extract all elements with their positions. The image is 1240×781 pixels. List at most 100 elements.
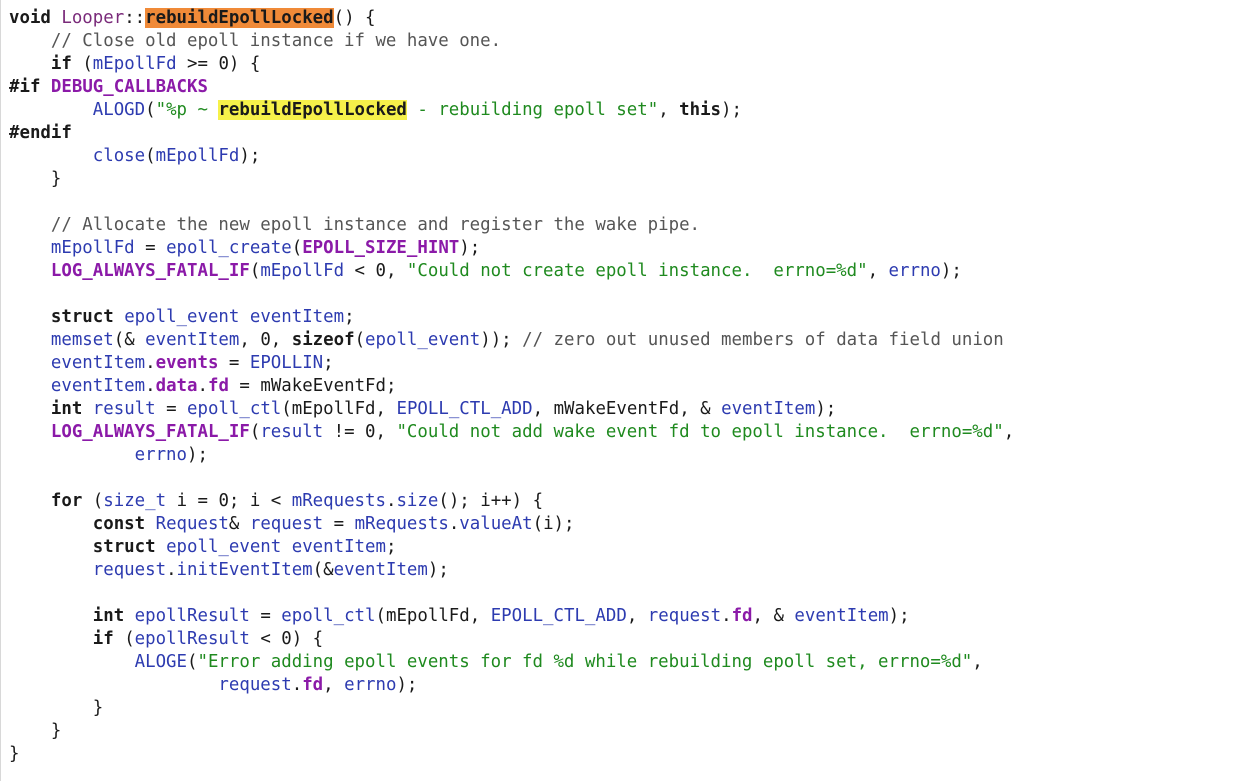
code-token: ); <box>940 261 962 281</box>
code-token: request <box>647 606 722 626</box>
code-token: eventItem <box>291 537 386 557</box>
code-line: if (mEpollFd >= 0) { <box>9 53 260 76</box>
code-token: size <box>396 491 439 511</box>
code-token: sizeof <box>291 330 355 350</box>
code-token: . <box>197 376 208 396</box>
code-line: struct epoll_event eventItem; <box>9 306 355 329</box>
code-token: void <box>9 8 62 28</box>
code-line: // Close old epoll instance if we have o… <box>9 30 501 53</box>
code-token: fd <box>207 376 229 396</box>
code-token: eventItem <box>249 307 345 327</box>
code-token: fd <box>731 606 753 626</box>
code-token: } <box>9 721 62 741</box>
code-token: } <box>9 169 62 189</box>
code-token: "Could not add wake event fd to epoll in… <box>396 422 1004 442</box>
search-highlight: rebuildEpollLocked <box>218 100 407 120</box>
code-token: int <box>92 606 125 626</box>
code-token: mEpollFd <box>385 606 470 626</box>
code-token: valueAt <box>459 514 533 534</box>
code-token: errno <box>888 261 941 281</box>
code-token: ; <box>344 307 355 327</box>
code-line: eventItem.events = EPOLLIN; <box>9 352 334 375</box>
code-token: , <box>972 652 983 672</box>
code-token: LOG_ALWAYS_FATAL_IF <box>50 422 250 442</box>
code-token: = <box>155 399 188 419</box>
code-token: . <box>385 491 397 511</box>
code-token: size_t <box>103 491 167 511</box>
code-token: = <box>249 606 282 626</box>
code-line: eventItem.data.fd = mWakeEventFd; <box>9 375 397 398</box>
code-token: #if <box>9 77 41 97</box>
code-line: ALOGD("%p ~ rebuildEpollLocked - rebuild… <box>9 99 742 122</box>
code-token: struct <box>92 537 156 557</box>
code-token: , <box>658 100 680 120</box>
code-token: ); <box>721 100 742 120</box>
code-line: mEpollFd = epoll_create(EPOLL_SIZE_HINT)… <box>9 237 480 260</box>
code-token: request <box>218 675 292 695</box>
code-token: close <box>92 146 146 166</box>
code-token: != 0, <box>323 422 397 442</box>
code-token: )); <box>480 330 523 350</box>
code-token: ); <box>815 399 837 419</box>
code-token: ); <box>888 606 910 626</box>
code-token: if <box>92 629 114 649</box>
code-token: mEpollFd <box>92 54 177 74</box>
code-token: "%p ~ <box>155 100 219 120</box>
code-token: , <box>867 261 889 281</box>
code-token: ( <box>82 491 104 511</box>
code-line: close(mEpollFd); <box>9 145 261 168</box>
code-token: epollResult <box>134 629 250 649</box>
code-token: mEpollFd <box>291 399 376 419</box>
code-token: - rebuilding epoll set" <box>406 100 659 120</box>
code-token: epoll_create <box>166 238 292 258</box>
code-token: Request <box>155 514 229 534</box>
code-token: ( <box>187 652 198 672</box>
code-token: . <box>145 376 156 396</box>
code-token: mRequests <box>354 514 449 534</box>
code-token: . <box>291 675 303 695</box>
code-token: memset <box>50 330 114 350</box>
code-token: . <box>145 353 156 373</box>
code-token: ( <box>375 606 386 626</box>
code-line: int result = epoll_ctl(mEpollFd, EPOLL_C… <box>9 398 836 421</box>
code-token: (); i++) { <box>438 491 544 511</box>
code-line: #if DEBUG_CALLBACKS <box>9 76 208 99</box>
code-token: epoll_event <box>365 330 481 350</box>
code-line: // Allocate the new epoll instance and r… <box>9 214 700 237</box>
code-line: } <box>9 720 61 743</box>
code-token: "Could not create epoll instance. errno=… <box>406 261 868 281</box>
code-token: epoll_event <box>166 537 282 557</box>
code-token: epollResult <box>134 606 250 626</box>
code-token: request <box>92 560 167 580</box>
code-token: eventItem <box>333 560 428 580</box>
code-token: LOG_ALWAYS_FATAL_IF <box>50 261 250 281</box>
code-token: mWakeEventFd <box>553 399 680 419</box>
code-token: epoll_event <box>124 307 240 327</box>
code-token: EPOLL_SIZE_HINT <box>302 238 460 258</box>
code-token: const <box>92 514 146 534</box>
search-highlight: rebuildEpollLocked <box>145 8 334 28</box>
code-token: ( <box>71 54 93 74</box>
code-token: // zero out unused members of data field… <box>522 330 1004 350</box>
code-token: struct <box>50 307 114 327</box>
code-token: ; <box>386 376 397 396</box>
code-token: ALOGD <box>92 100 146 120</box>
code-line: const Request& request = mRequests.value… <box>9 513 575 536</box>
code-token: , 0, <box>239 330 292 350</box>
code-token: = <box>323 514 355 534</box>
